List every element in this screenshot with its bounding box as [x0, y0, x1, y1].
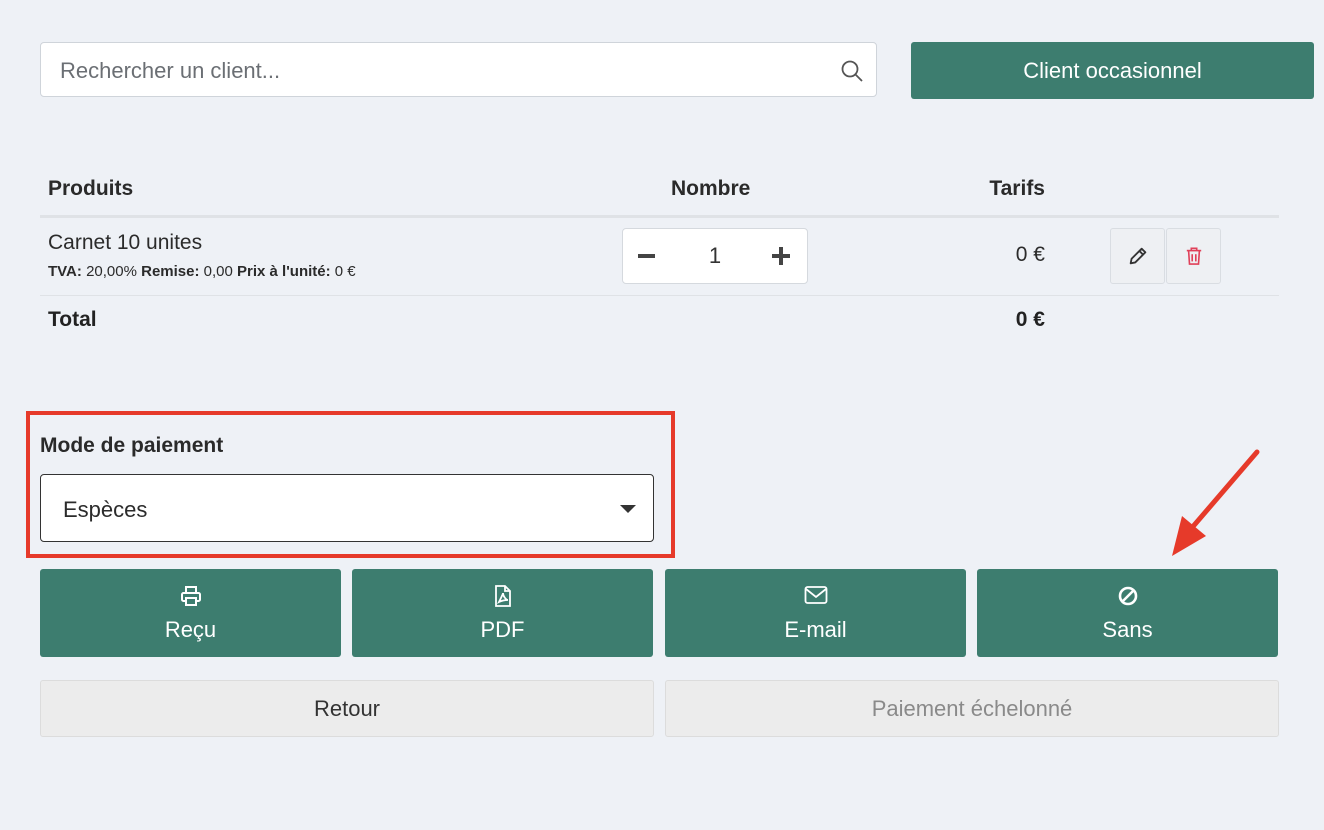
pdf-button-label: PDF [480, 617, 525, 642]
email-button-label: E-mail [784, 617, 847, 642]
tva-value: 20,00% [86, 263, 137, 280]
chevron-down-icon [620, 505, 636, 513]
product-name: Carnet 10 unites [48, 231, 203, 254]
remise-label: Remise: [141, 263, 200, 280]
no-receipt-button[interactable]: Sans [977, 569, 1278, 657]
quantity-stepper: 1 [622, 228, 808, 284]
envelope-icon [804, 586, 827, 604]
back-button-label: Retour [313, 695, 381, 721]
annotation-arrow-icon [1172, 449, 1260, 556]
header-price: Tarifs [989, 177, 1045, 200]
remise-value: 0,00 [203, 263, 233, 280]
payment-mode-label: Mode de paiement [40, 434, 224, 457]
header-quantity: Nombre [671, 177, 751, 200]
walk-in-client-button[interactable]: Client occasionnel [911, 42, 1314, 99]
minus-icon [638, 254, 655, 258]
printer-icon [180, 586, 201, 606]
pencil-icon [1129, 247, 1146, 265]
client-search [40, 42, 877, 98]
client-search-input[interactable] [58, 43, 822, 98]
increase-quantity-button[interactable] [757, 229, 807, 283]
quantity-value[interactable]: 1 [673, 229, 757, 283]
installment-payment-label: Paiement échelonné [871, 695, 1073, 721]
row-price: 0 € [1015, 243, 1045, 266]
payment-mode-value: Espèces [63, 497, 148, 522]
no-receipt-button-label: Sans [1102, 617, 1153, 642]
tva-label: TVA: [48, 263, 82, 280]
receipt-button-label: Reçu [164, 617, 217, 642]
payment-mode-select[interactable]: Espèces [40, 474, 654, 542]
pdf-file-icon [494, 585, 511, 607]
installment-payment-button[interactable]: Paiement échelonné [665, 680, 1279, 737]
receipt-button[interactable]: Reçu [40, 569, 341, 657]
email-button[interactable]: E-mail [665, 569, 966, 657]
edit-button[interactable] [1110, 228, 1165, 284]
total-value: 0 € [1015, 308, 1045, 331]
product-details: TVA: 20,00% Remise: 0,00 Prix à l'unité:… [48, 263, 356, 280]
total-label: Total [48, 308, 97, 331]
header-products: Produits [48, 177, 134, 200]
search-icon[interactable] [840, 59, 864, 83]
unit-price-label: Prix à l'unité: [237, 263, 331, 280]
ban-icon [1118, 586, 1137, 606]
row-divider [40, 295, 1279, 296]
back-button[interactable]: Retour [40, 680, 654, 737]
decrease-quantity-button[interactable] [623, 229, 673, 283]
header-divider [40, 215, 1279, 218]
unit-price-value: 0 € [334, 263, 356, 280]
plus-icon [772, 247, 790, 265]
trash-icon [1186, 247, 1201, 265]
pdf-button[interactable]: PDF [352, 569, 653, 657]
delete-button[interactable] [1166, 228, 1221, 284]
